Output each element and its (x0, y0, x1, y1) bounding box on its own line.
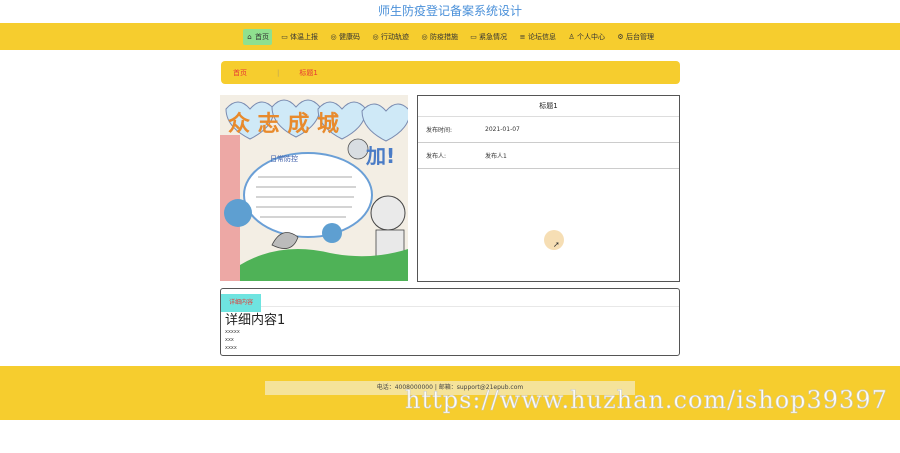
breadcrumb-current: 标题1 (299, 68, 318, 77)
detail-line: xxx (225, 337, 234, 343)
nav-item-prevention-measures[interactable]: ◎ 防疫措施 (418, 29, 461, 45)
detail-tabs: 详细内容 (221, 289, 679, 312)
detail-line: xxxxx (225, 329, 240, 335)
calendar-icon: ▭ (281, 32, 288, 41)
publisher-value: 发布人1 (485, 153, 507, 160)
publisher-row: 发布人: 发布人1 (418, 143, 679, 169)
mail-icon: ▭ (470, 32, 477, 41)
nav-item-label: 体温上报 (290, 32, 318, 41)
breadcrumb-separator: | (277, 68, 280, 77)
poster-banner-text: 众 志 成 城 (228, 111, 339, 137)
publish-time-label: 发布时间: (426, 127, 453, 134)
nav-item-health-code[interactable]: ◎ 健康码 (327, 29, 363, 45)
publisher-label: 发布人: (426, 153, 447, 160)
nav-item-label: 个人中心 (577, 32, 605, 41)
user-icon: ♙ (568, 32, 575, 41)
nav-item-label: 健康码 (339, 32, 360, 41)
main-navbar: ⌂ 首页 ▭ 体温上报 ◎ 健康码 ◎ 行动轨迹 ◎ 防疫措施 ▭ 紧急情况 ≡… (0, 23, 900, 50)
detail-line: xxxx (225, 345, 237, 351)
article-info-card: 标题1 发布时间: 2021-01-07 发布人: 发布人1 (417, 95, 680, 282)
article-image: 众 志 成 城 日常防控 加! (220, 95, 408, 281)
nav-item-label: 首页 (255, 32, 269, 41)
nav-item-admin[interactable]: ⚙ 后台管理 (614, 29, 657, 45)
list-icon: ≡ (519, 32, 526, 41)
target-icon: ◎ (421, 32, 428, 41)
cursor-icon: ➚ (553, 240, 560, 249)
site-title: 师生防疫登记备案系统设计 (377, 4, 522, 18)
nav-item-personal-center[interactable]: ♙ 个人中心 (565, 29, 608, 45)
nav-item-temperature-report[interactable]: ▭ 体温上报 (278, 29, 321, 45)
detail-card: 详细内容 详细内容1 xxxxx xxx xxxx (220, 288, 680, 356)
nav-item-label: 后台管理 (626, 32, 654, 41)
link-icon: ⚙ (617, 32, 624, 41)
detail-heading: 详细内容1 (225, 313, 286, 328)
nav-item-emergency[interactable]: ▭ 紧急情况 (467, 29, 510, 45)
article-title: 标题1 (418, 96, 679, 117)
nav-item-forum[interactable]: ≡ 论坛信息 (516, 29, 559, 45)
breadcrumb-home-link[interactable]: 首页 (233, 68, 247, 78)
nav-item-trajectory[interactable]: ◎ 行动轨迹 (369, 29, 412, 45)
poster-shout-text: 加! (365, 144, 395, 168)
nav-item-label: 防疫措施 (430, 32, 458, 41)
poster-subtitle-text: 日常防控 (270, 154, 298, 163)
publish-time-value: 2021-01-07 (485, 126, 520, 133)
breadcrumb: 首页 | 标题1 (221, 61, 680, 84)
nav-item-label: 紧急情况 (479, 32, 507, 41)
publish-time-row: 发布时间: 2021-01-07 (418, 117, 679, 143)
home-icon: ⌂ (247, 32, 252, 41)
watermark-text: https://www.huzhan.com/ishop39397 (405, 386, 888, 415)
tab-detail[interactable]: 详细内容 (221, 294, 262, 312)
nav-item-label: 行动轨迹 (381, 32, 409, 41)
nav-item-label: 论坛信息 (528, 32, 556, 41)
target-icon: ◎ (372, 32, 379, 41)
target-icon: ◎ (330, 32, 337, 41)
poster-drawing: 众 志 成 城 日常防控 加! (220, 95, 408, 281)
nav-item-home[interactable]: ⌂ 首页 (243, 28, 272, 45)
